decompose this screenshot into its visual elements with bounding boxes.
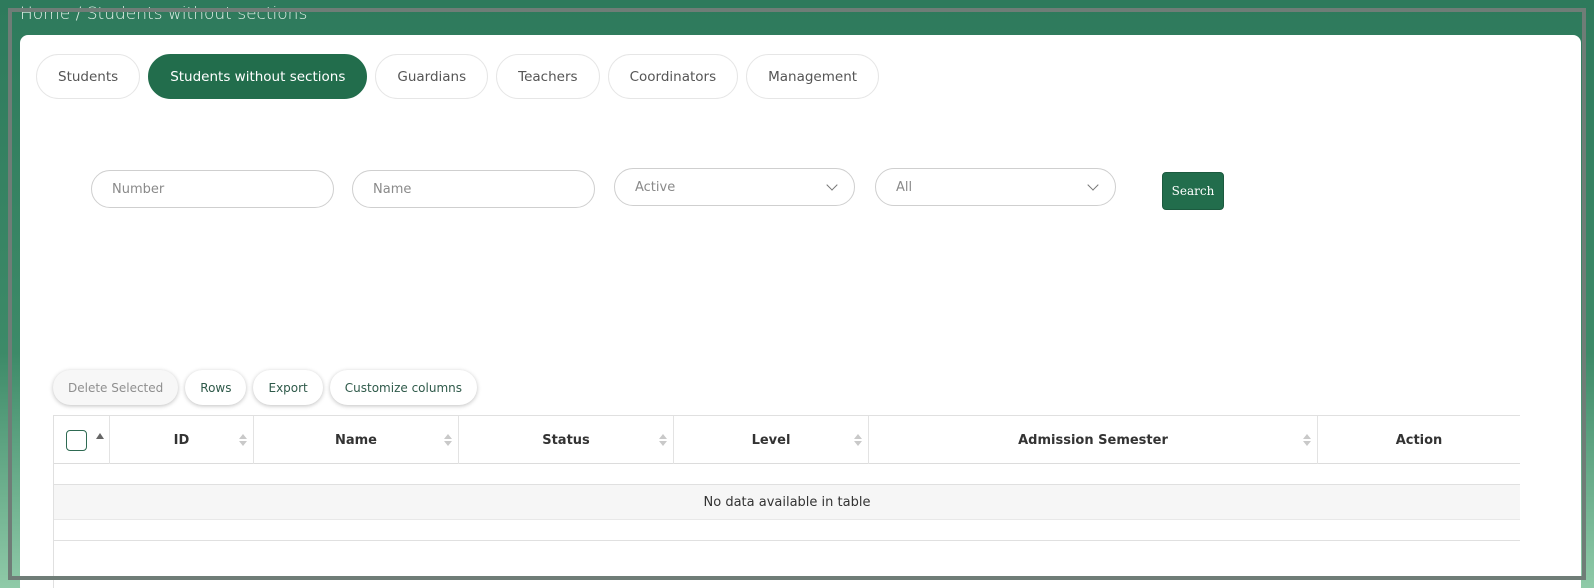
tab-students-without-sections[interactable]: Students without sections [148, 54, 368, 99]
table-toolbar: Delete Selected Rows Export Customize co… [53, 370, 477, 405]
tab-bar: Students Students without sections Guard… [36, 54, 880, 99]
customize-columns-button[interactable]: Customize columns [329, 370, 477, 405]
column-header-level[interactable]: Level [674, 416, 869, 464]
export-button[interactable]: Export [253, 370, 323, 405]
sort-icon [854, 434, 862, 448]
tab-management[interactable]: Management [746, 54, 880, 99]
tab-guardians[interactable]: Guardians [375, 54, 489, 99]
status-select-value: Active [635, 179, 676, 195]
column-header-action: Action [1318, 416, 1520, 464]
column-header-id[interactable]: ID [110, 416, 254, 464]
breadcrumb: Home / Students without sections [20, 4, 308, 24]
column-header-label: Level [751, 432, 791, 448]
chevron-down-icon [826, 179, 838, 191]
table-spacer-row [54, 520, 1520, 541]
sort-icon [444, 434, 452, 448]
number-input[interactable] [112, 181, 333, 197]
tab-teachers[interactable]: Teachers [496, 54, 600, 99]
column-header-name[interactable]: Name [254, 416, 459, 464]
chevron-down-icon [1087, 179, 1099, 191]
column-header-label: Action [1395, 432, 1443, 448]
column-header-label: Name [334, 432, 377, 448]
empty-table-message: No data available in table [54, 485, 1520, 520]
rows-button[interactable]: Rows [185, 370, 247, 405]
sort-icon [239, 434, 247, 448]
column-header-label: ID [173, 432, 190, 448]
level-select[interactable]: All [875, 168, 1116, 206]
select-all-header [54, 416, 110, 464]
level-select-value: All [896, 179, 913, 195]
table-spacer-row [54, 464, 1520, 485]
sort-asc-icon[interactable] [96, 433, 104, 439]
delete-selected-button[interactable]: Delete Selected [53, 370, 179, 405]
name-field[interactable] [352, 170, 595, 208]
main-card: Students Students without sections Guard… [20, 35, 1581, 588]
tab-students[interactable]: Students [36, 54, 141, 99]
sort-icon [659, 434, 667, 448]
number-field[interactable] [91, 170, 334, 208]
name-input[interactable] [373, 181, 594, 197]
select-all-checkbox[interactable] [66, 429, 87, 451]
status-select[interactable]: Active [614, 168, 855, 206]
column-header-admission-semester[interactable]: Admission Semester [869, 416, 1318, 464]
search-button[interactable]: Search [1162, 172, 1224, 210]
sort-icon [1303, 434, 1311, 448]
table-header: ID Name Status Level Admission Semester … [54, 416, 1520, 464]
column-header-status[interactable]: Status [459, 416, 674, 464]
tab-coordinators[interactable]: Coordinators [607, 54, 739, 99]
column-header-label: Admission Semester [1018, 432, 1168, 448]
column-header-label: Status [542, 432, 590, 448]
students-table: ID Name Status Level Admission Semester … [53, 415, 1520, 588]
